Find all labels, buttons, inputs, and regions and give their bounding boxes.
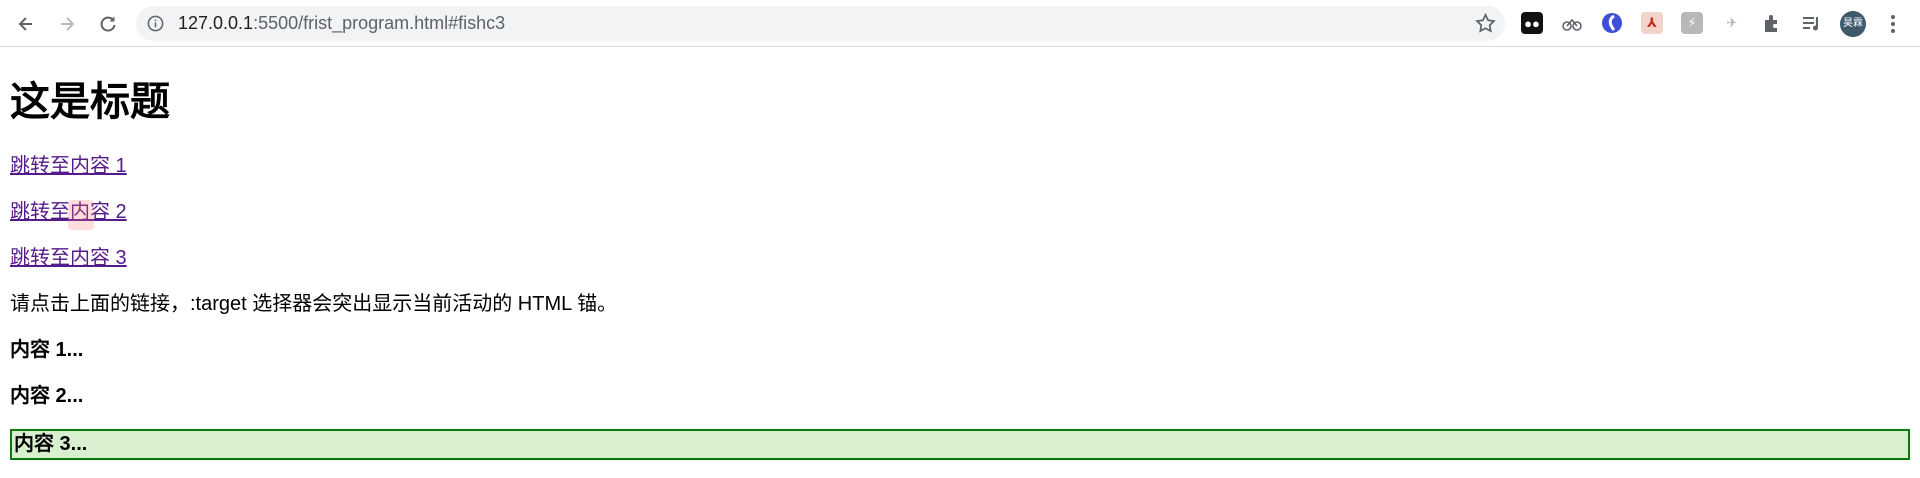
reload-button[interactable] (92, 8, 124, 40)
back-button[interactable] (10, 8, 42, 40)
forward-icon (61, 17, 75, 31)
description-text: 请点击上面的链接，:target 选择器会突出显示当前活动的 HTML 锚。 (10, 293, 618, 315)
extension-2-icon[interactable] (1561, 12, 1583, 34)
playlist-icon[interactable] (1800, 12, 1822, 34)
cursor-highlight (68, 200, 94, 230)
forward-button[interactable] (51, 8, 83, 40)
back-icon (18, 17, 32, 31)
content-2: 内容 2... (10, 385, 84, 407)
link-content-1[interactable]: 跳转至内容 1 (10, 154, 127, 178)
puzzle-icon[interactable] (1761, 12, 1783, 34)
reload-icon (100, 16, 116, 32)
avatar[interactable]: 昊霖 (1840, 11, 1866, 37)
extension-5-icon[interactable]: ⚡ (1681, 12, 1703, 34)
page-title: 这是标题 (10, 80, 170, 124)
extension-6-icon[interactable]: ✈ (1721, 12, 1743, 34)
pdf-icon[interactable]: ⅄ (1641, 12, 1663, 34)
url-host: 127.0.0.1 (178, 13, 254, 33)
url-text[interactable]: 127.0.0.1:5500/frist_program.html#fishc3 (178, 6, 505, 41)
menu-icon[interactable] (1882, 12, 1904, 36)
star-icon[interactable] (1474, 12, 1497, 35)
content-3-target: 内容 3... (10, 429, 1910, 460)
browser-toolbar: 127.0.0.1:5500/frist_program.html#fishc3… (0, 0, 1920, 47)
link-content-3[interactable]: 跳转至内容 3 (10, 246, 127, 270)
url-path: :5500/frist_program.html#fishc3 (253, 13, 506, 33)
extension-3-icon[interactable] (1601, 12, 1623, 34)
content-1: 内容 1... (10, 339, 84, 361)
extension-1-icon[interactable]: ●● (1521, 12, 1543, 34)
info-icon[interactable] (146, 14, 165, 33)
address-bar[interactable]: 127.0.0.1:5500/frist_program.html#fishc3 (136, 6, 1505, 41)
